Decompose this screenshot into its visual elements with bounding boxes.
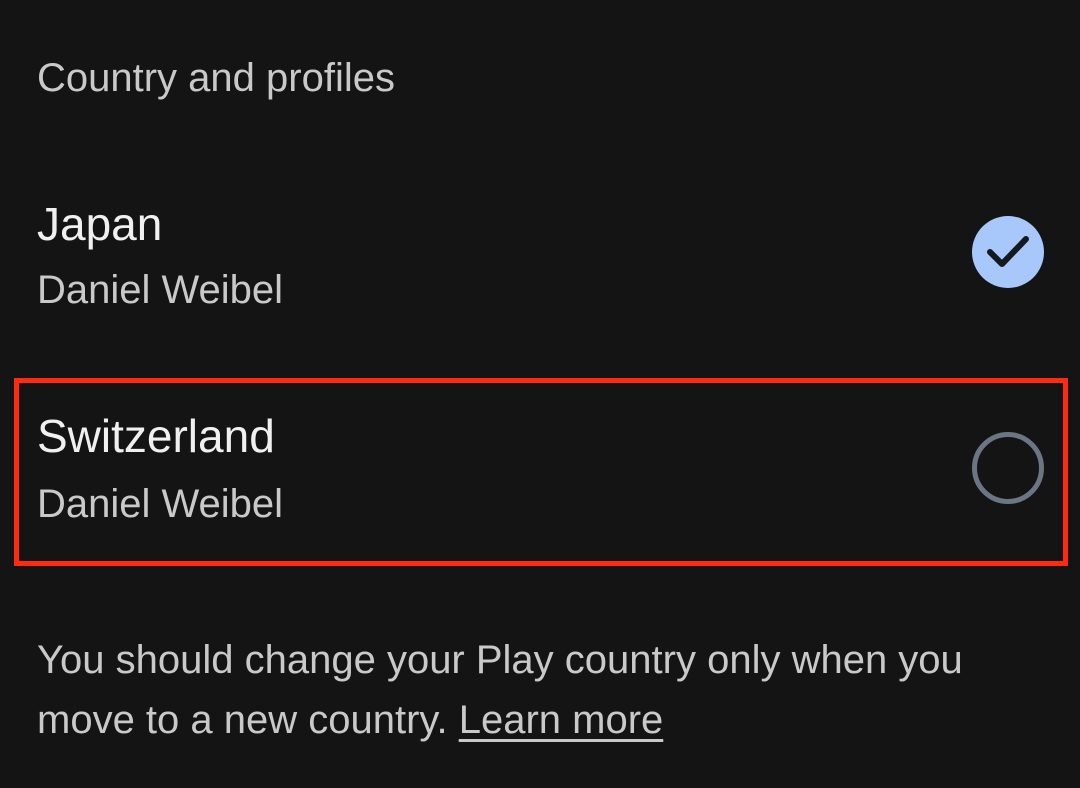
country-option-japan[interactable]: Japan Daniel Weibel	[0, 186, 1080, 386]
country-option-switzerland[interactable]: Switzerland Daniel Weibel	[0, 400, 1080, 600]
checkmark-icon	[987, 236, 1029, 267]
profile-name: Daniel Weibel	[37, 268, 284, 312]
country-name: Japan	[37, 198, 163, 250]
check-circle-icon[interactable]	[972, 216, 1044, 288]
section-title: Country and profiles	[37, 56, 395, 100]
profile-name: Daniel Weibel	[37, 482, 284, 526]
country-change-note: You should change your Play country only…	[37, 630, 1047, 750]
learn-more-link[interactable]: Learn more	[459, 698, 664, 742]
radio-unchecked-icon[interactable]	[972, 432, 1044, 504]
country-name: Switzerland	[37, 410, 275, 462]
